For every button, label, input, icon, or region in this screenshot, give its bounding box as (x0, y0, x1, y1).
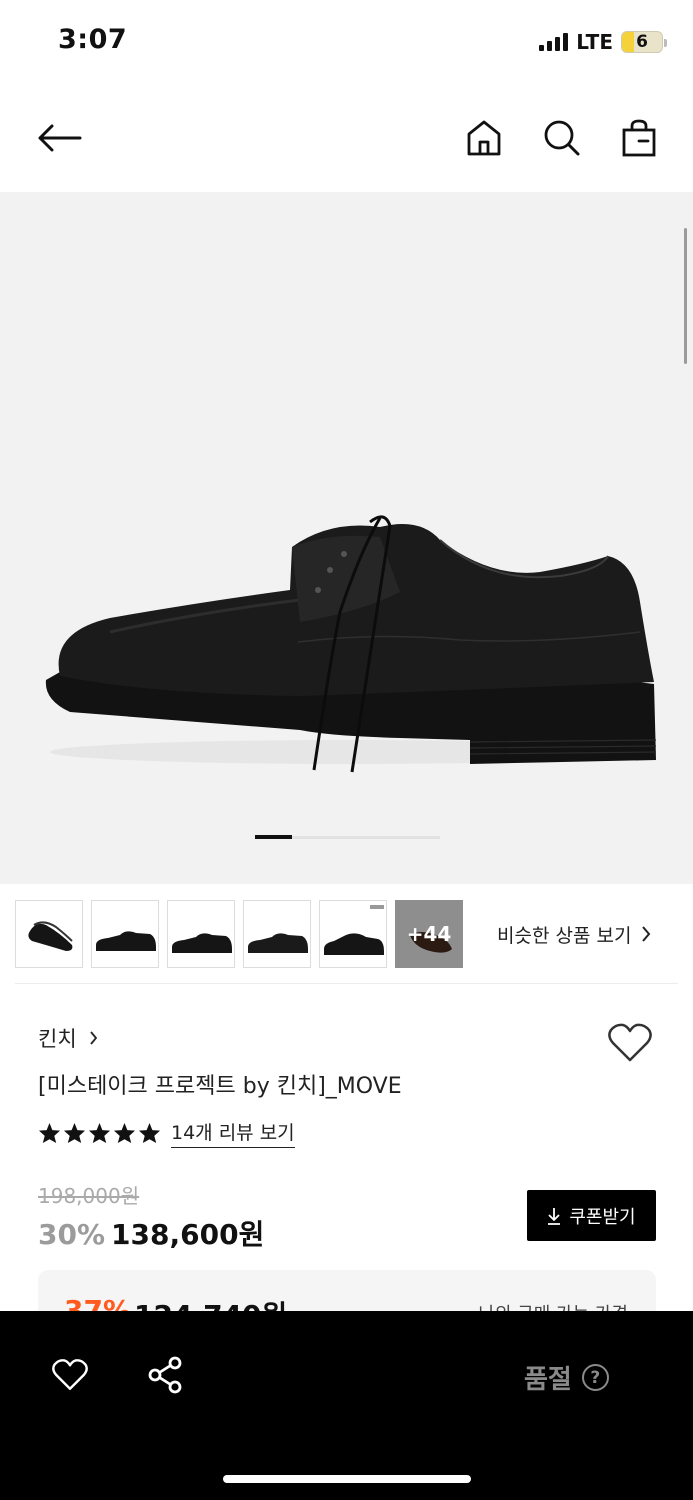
star-icon (113, 1122, 136, 1144)
status-bar: 3:07 LTE 6 (0, 0, 693, 86)
bottom-action-bar: 품절 ? (0, 1311, 693, 1500)
top-nav-bar (0, 86, 693, 192)
rating-row: 14개 리뷰 보기 (38, 1118, 295, 1148)
network-label: LTE (576, 30, 613, 54)
image-scroll-indicator (684, 228, 687, 364)
thumbnail-shoe-image (96, 931, 156, 951)
thumbnail-strip: +44 비슷한 상품 보기 (15, 900, 678, 968)
wishlist-button[interactable] (607, 1022, 653, 1066)
rating-stars (38, 1122, 161, 1144)
back-button[interactable] (35, 114, 83, 162)
home-indicator (223, 1475, 471, 1483)
thumbnail-item[interactable] (15, 900, 83, 968)
help-icon[interactable]: ? (581, 1364, 609, 1391)
thumbnail-more-label: +44 (406, 922, 452, 946)
coupon-button-label: 쿠폰받기 (569, 1206, 636, 1228)
cart-button[interactable] (615, 114, 663, 162)
sold-out-label: 품절 (524, 1365, 572, 1395)
signal-icon (539, 33, 569, 51)
price-row: 30% 138,600원 (38, 1213, 264, 1253)
chevron-right-icon (642, 926, 651, 942)
carousel-pager (255, 835, 440, 839)
arrow-left-icon (38, 124, 82, 152)
share-button[interactable] (143, 1353, 187, 1397)
wishlist-bottom-button[interactable] (48, 1353, 92, 1397)
thumbnail-item[interactable] (167, 900, 235, 968)
similar-products-link[interactable]: 비슷한 상품 보기 (497, 921, 651, 948)
product-image-carousel[interactable] (0, 192, 693, 884)
download-icon (548, 1207, 561, 1225)
carousel-pager-active (255, 835, 292, 839)
discount-rate: 30% (38, 1218, 106, 1251)
battery-icon: 6 (621, 31, 667, 53)
star-icon (63, 1122, 86, 1144)
product-image-shoe (45, 515, 657, 773)
section-divider (15, 983, 678, 984)
thumbnail-item[interactable] (319, 900, 387, 968)
star-icon (88, 1122, 111, 1144)
thumbnail-shoe-image (324, 905, 384, 955)
star-icon (38, 1122, 61, 1144)
coupon-download-button[interactable]: 쿠폰받기 (527, 1190, 656, 1241)
sale-price: 138,600원 (111, 1218, 265, 1251)
home-icon (467, 120, 501, 156)
heart-icon (608, 1023, 652, 1062)
review-link[interactable]: 14개 리뷰 보기 (171, 1118, 295, 1148)
heart-icon (52, 1359, 88, 1390)
thumbnail-shoe-image (248, 933, 308, 953)
thumbnail-item[interactable] (243, 900, 311, 968)
thumbnail-shoe-image (172, 933, 232, 953)
chevron-right-icon (89, 1031, 97, 1045)
shopping-bag-icon (622, 119, 656, 157)
share-icon (148, 1356, 182, 1394)
status-time: 3:07 (58, 24, 128, 55)
status-indicators: LTE 6 (539, 30, 667, 54)
sold-out-status: 품절 ? (524, 1359, 609, 1396)
product-title: [미스테이크 프로젝트 by 킨치]_MOVE (38, 1074, 402, 1099)
thumbnail-item[interactable] (91, 900, 159, 968)
similar-products-label: 비슷한 상품 보기 (497, 924, 632, 947)
star-icon (138, 1122, 161, 1144)
thumbnail-more[interactable]: +44 (395, 900, 463, 968)
battery-level: 6 (636, 32, 648, 52)
home-button[interactable] (460, 114, 508, 162)
brand-link[interactable]: 킨치 (38, 1023, 98, 1053)
search-icon (544, 120, 580, 156)
brand-name: 킨치 (38, 1027, 77, 1051)
thumbnail-shoe-image (28, 921, 73, 951)
original-price: 198,000원 (38, 1184, 140, 1208)
search-button[interactable] (538, 114, 586, 162)
